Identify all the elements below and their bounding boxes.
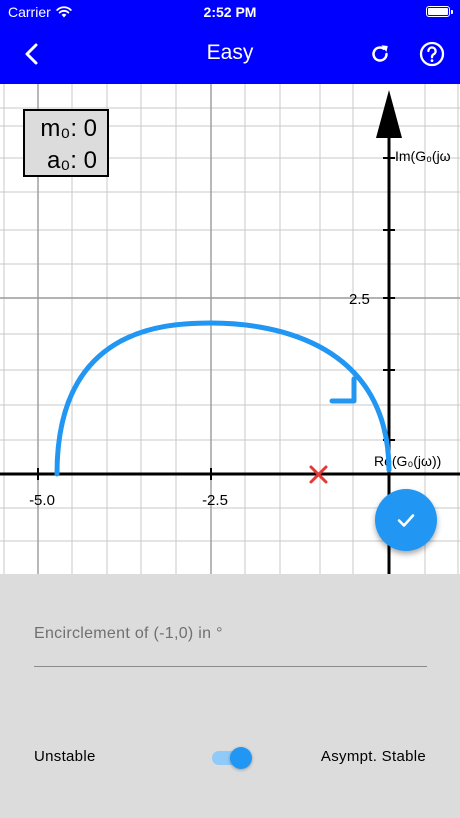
- answer-panel: Encirclement of (-1,0) in ° Unstable Asy…: [0, 574, 460, 818]
- encirclement-input[interactable]: Encirclement of (-1,0) in °: [34, 625, 223, 643]
- stability-switch[interactable]: [212, 746, 252, 770]
- unstable-label: Unstable: [34, 748, 96, 765]
- input-underline: [34, 666, 427, 667]
- refresh-button[interactable]: [364, 38, 396, 70]
- status-time: 2:52 PM: [203, 4, 257, 20]
- x-tick-label: -5.0: [29, 492, 55, 509]
- refresh-icon: [372, 45, 388, 62]
- help-button[interactable]: [416, 38, 448, 70]
- submit-button[interactable]: [375, 489, 437, 551]
- imaginary-axis-arrowhead: [376, 90, 402, 138]
- a0-value: a₀: 0: [47, 147, 97, 174]
- axis-ticks: [37, 157, 395, 480]
- x-tick-label: -2.5: [202, 492, 228, 509]
- y-tick-label: 2.5: [349, 291, 370, 308]
- check-icon: [397, 514, 415, 527]
- switch-thumb[interactable]: [230, 747, 252, 769]
- asymptotically-stable-label: Asympt. Stable: [320, 748, 426, 765]
- status-bar: Carrier 2:52 PM: [0, 0, 460, 24]
- parameter-box: m₀: 0 a₀: 0: [23, 109, 109, 177]
- curve-direction-arrow: [329, 376, 357, 404]
- imaginary-axis-label: Im(G₀(jω: [395, 148, 451, 164]
- battery-icon: [426, 6, 453, 17]
- app-bar: Easy: [0, 24, 460, 84]
- help-circle-icon: [419, 41, 445, 67]
- m0-value: m₀: 0: [40, 115, 97, 142]
- real-axis-label: Re(G₀(jω)): [374, 453, 441, 469]
